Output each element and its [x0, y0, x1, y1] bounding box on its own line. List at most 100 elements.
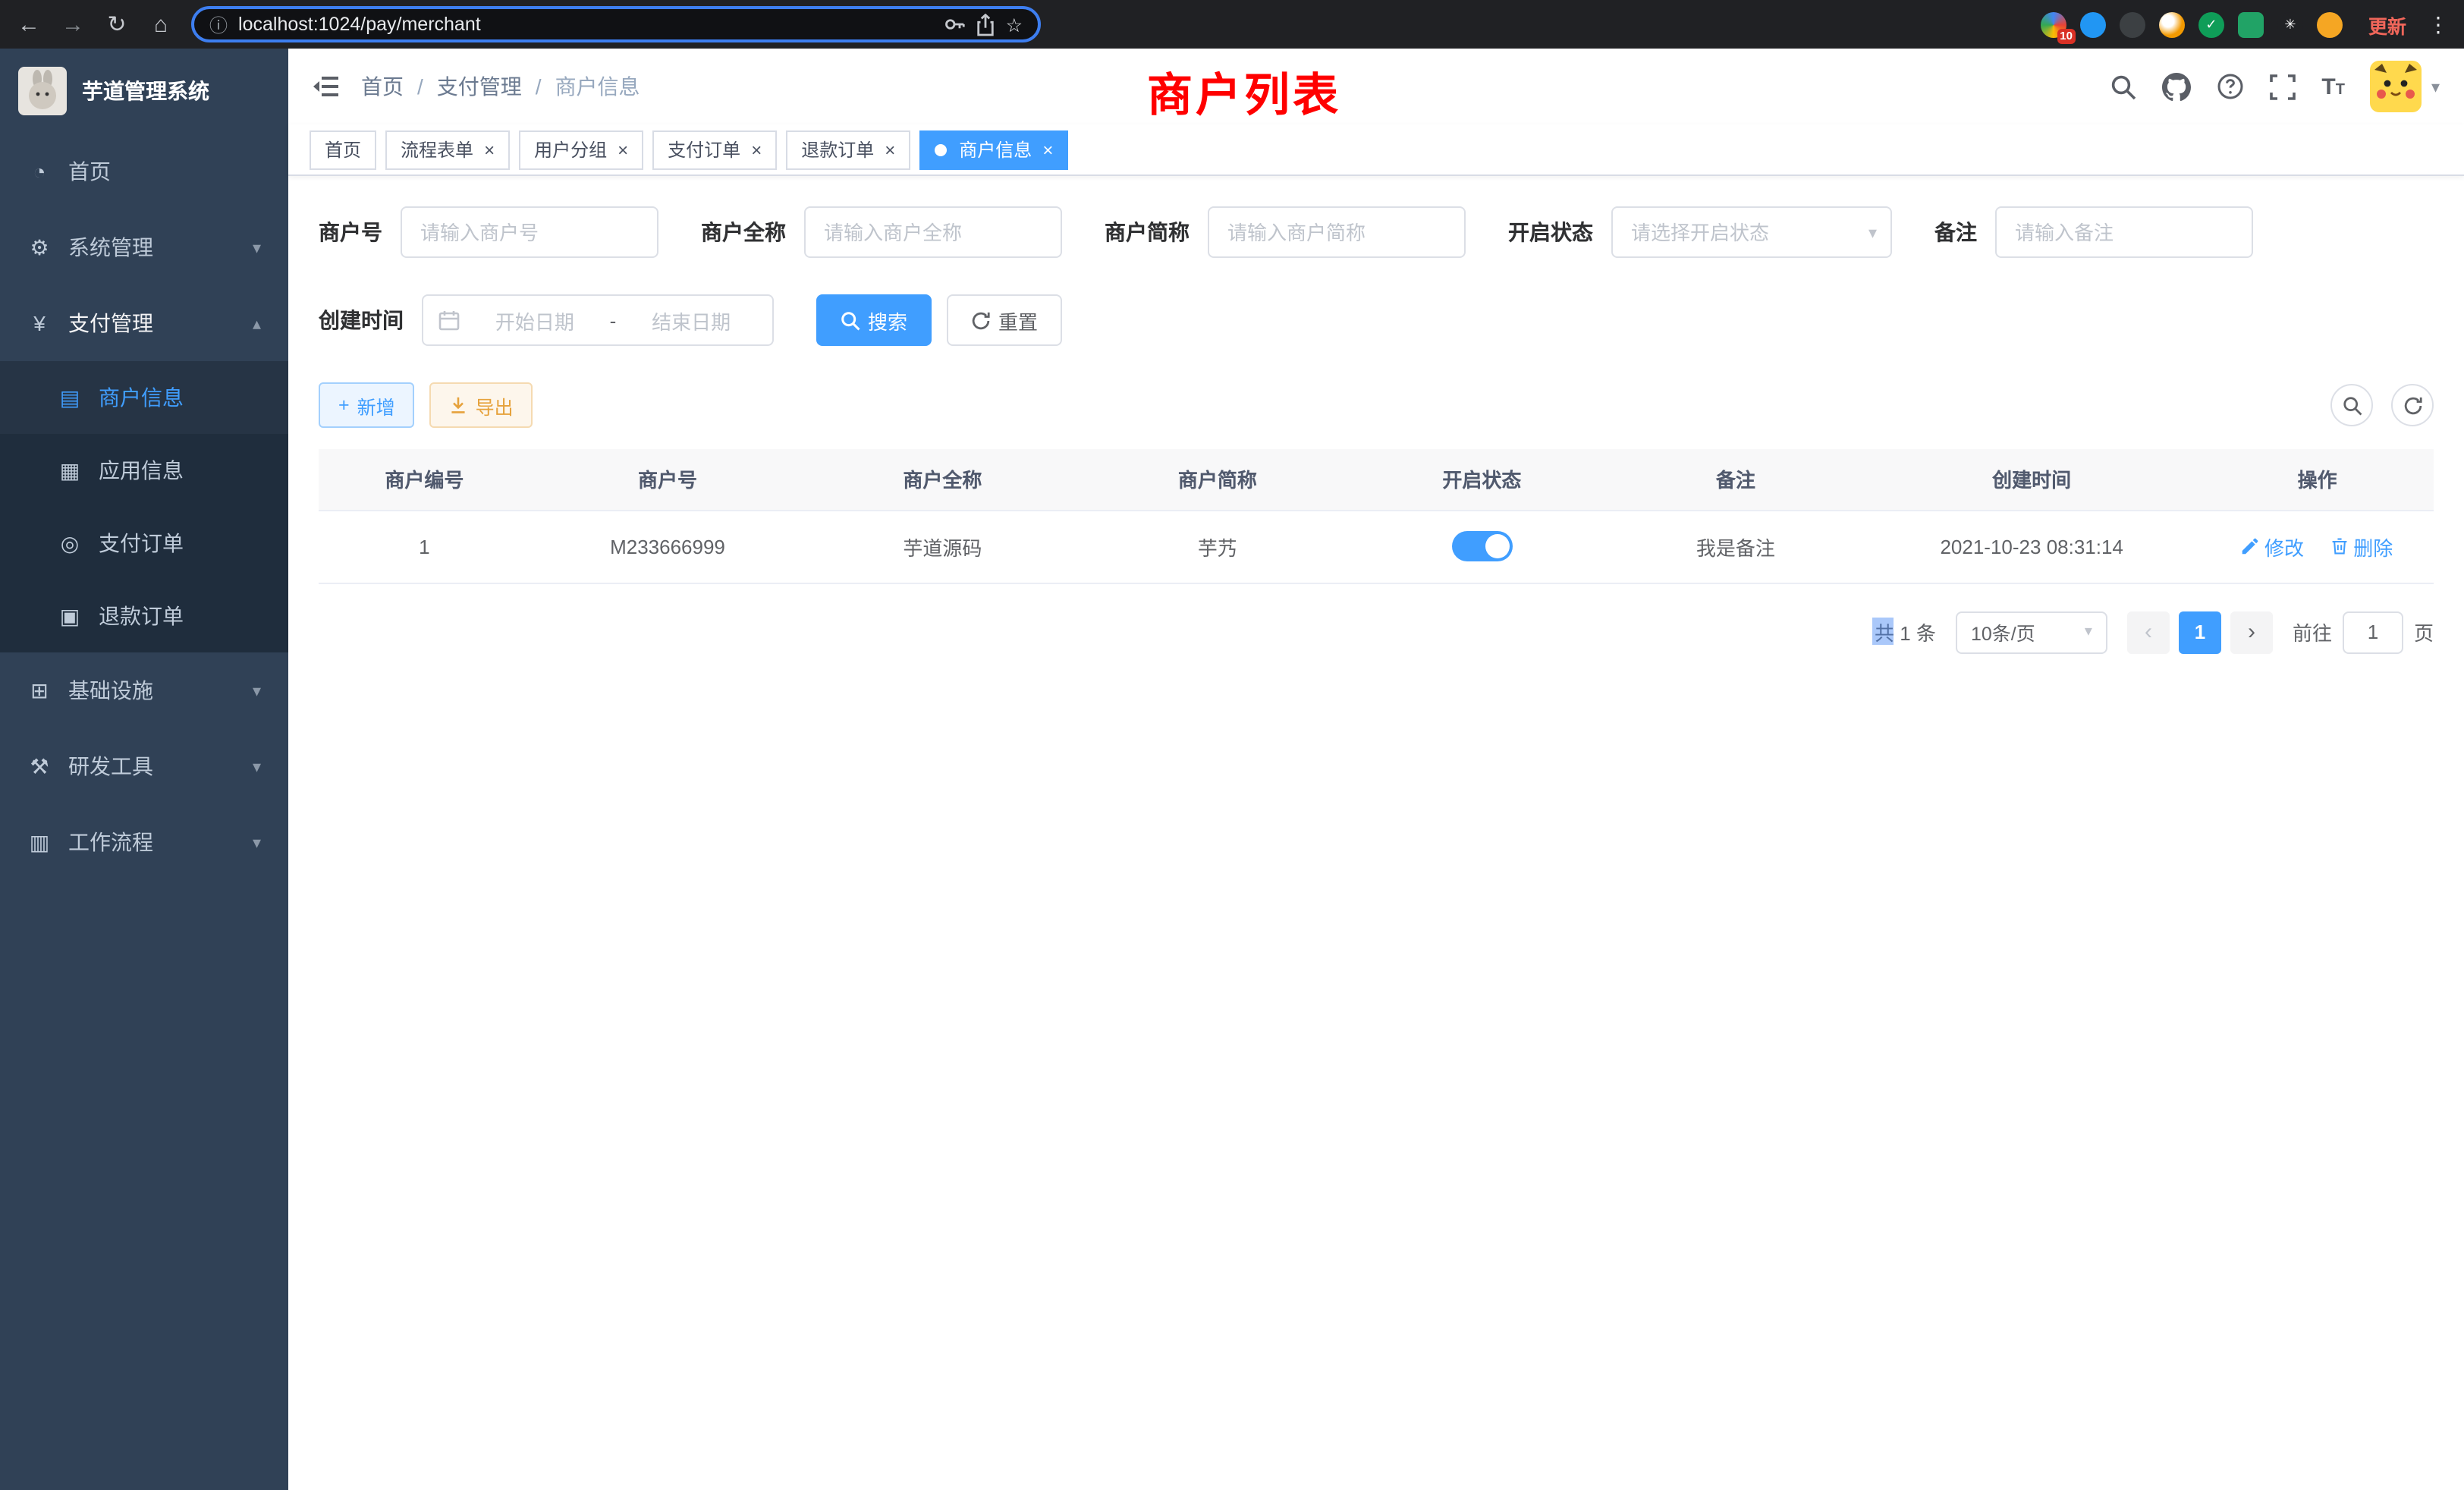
breadcrumb-separator: / [536, 74, 542, 99]
prev-page-button[interactable]: ‹ [2127, 611, 2170, 653]
sidebar-item-refund-orders[interactable]: ▣ 退款订单 [0, 580, 288, 652]
breadcrumb-separator: / [417, 74, 423, 99]
remark-input[interactable] [1995, 206, 2253, 258]
github-icon[interactable] [2162, 72, 2191, 101]
site-info-icon[interactable]: ⓘ [209, 11, 228, 37]
next-page-button[interactable]: › [2230, 611, 2273, 653]
date-start-placeholder[interactable]: 开始日期 [469, 306, 601, 335]
browser-forward-icon[interactable]: → [59, 13, 86, 36]
short-name-input[interactable] [1208, 206, 1466, 258]
tab-user-group[interactable]: 用户分组× [519, 130, 643, 169]
logo-avatar [18, 67, 67, 115]
sidebar-submenu-payment: ▤ 商户信息 ▦ 应用信息 ◎ 支付订单 ▣ 退款订单 [0, 361, 288, 652]
status-toggle[interactable] [1451, 531, 1512, 561]
page-number-button[interactable]: 1 [2179, 611, 2221, 653]
grid-icon: ▦ [58, 457, 82, 483]
browser-home-icon[interactable]: ⌂ [147, 13, 174, 36]
extension-icon-6[interactable] [2238, 11, 2264, 37]
share-icon[interactable] [976, 13, 995, 36]
app-logo[interactable]: 芋道管理系统 [0, 49, 288, 134]
edit-link[interactable]: 修改 [2242, 532, 2304, 561]
delete-link[interactable]: 删除 [2330, 532, 2393, 561]
extension-icon-3[interactable] [2120, 11, 2145, 37]
tab-label: 首页 [325, 137, 361, 162]
cell-merchant-id: 1 [319, 510, 530, 583]
dashboard-icon: ◔ [27, 159, 52, 184]
help-icon[interactable] [2217, 73, 2244, 100]
sidebar-item-pay-orders[interactable]: ◎ 支付订单 [0, 507, 288, 580]
search-icon[interactable] [2110, 74, 2136, 99]
sidebar-item-system[interactable]: ⚙ 系统管理 ▾ [0, 209, 288, 285]
field-label: 商户全称 [701, 217, 786, 247]
tab-home[interactable]: 首页 [310, 130, 376, 169]
filter-row-2: 创建时间 开始日期 - 结束日期 搜索 重置 [319, 294, 2434, 346]
tab-merchant-info[interactable]: 商户信息× [919, 130, 1068, 169]
tab-pay-orders[interactable]: 支付订单× [652, 130, 777, 169]
sidebar-item-workflow[interactable]: ▥ 工作流程 ▾ [0, 804, 288, 880]
extension-icon-2[interactable] [2080, 11, 2106, 37]
extension-icon-1[interactable]: 10 [2041, 11, 2066, 37]
close-icon[interactable]: × [751, 139, 762, 160]
extensions-area: 10 ✓ ✳ 更新 ⋮ [2041, 10, 2449, 39]
browser-reload-icon[interactable]: ↻ [103, 13, 130, 36]
page-size-select[interactable]: 10条/页 ▾ [1956, 611, 2107, 653]
sidebar-item-label: 应用信息 [99, 455, 261, 486]
export-button[interactable]: 导出 [430, 382, 533, 428]
font-size-icon[interactable]: TT [2321, 75, 2345, 98]
add-button[interactable]: + 新增 [319, 382, 415, 428]
extension-icon-8[interactable] [2317, 11, 2343, 37]
tab-refund-orders[interactable]: 退款订单× [786, 130, 910, 169]
sidebar-item-home[interactable]: ◔ 首页 [0, 134, 288, 209]
search-button[interactable]: 搜索 [816, 294, 932, 346]
status-select[interactable]: ▾ [1611, 206, 1892, 258]
extension-icon-7[interactable]: ✳ [2277, 11, 2303, 37]
extension-icon-4[interactable] [2159, 11, 2185, 37]
date-range-picker[interactable]: 开始日期 - 结束日期 [422, 294, 774, 346]
goto-label: 前往 [2293, 618, 2332, 646]
sidebar-item-merchant-info[interactable]: ▤ 商户信息 [0, 361, 288, 434]
password-key-icon[interactable] [944, 14, 965, 35]
extension-icon-5[interactable]: ✓ [2198, 11, 2224, 37]
merchant-table: 商户编号 商户号 商户全称 商户简称 开启状态 备注 创建时间 操作 1 [319, 449, 2434, 583]
url-text[interactable]: localhost:1024/pay/merchant [238, 14, 481, 35]
full-name-input[interactable] [804, 206, 1062, 258]
close-icon[interactable]: × [484, 139, 495, 160]
chevron-down-icon: ▾ [2431, 77, 2440, 96]
yen-icon: ¥ [27, 311, 52, 335]
date-end-placeholder[interactable]: 结束日期 [625, 306, 757, 335]
browser-menu-icon[interactable]: ⋮ [2428, 11, 2449, 37]
status-select-input[interactable] [1611, 206, 1892, 258]
tab-process-form[interactable]: 流程表单× [385, 130, 510, 169]
close-icon[interactable]: × [885, 139, 895, 160]
sidebar-item-dev-tools[interactable]: ⚒ 研发工具 ▾ [0, 728, 288, 804]
sidebar-item-infrastructure[interactable]: ⊞ 基础设施 ▾ [0, 652, 288, 728]
show-search-button[interactable] [2330, 384, 2373, 426]
close-icon[interactable]: × [618, 139, 628, 160]
field-label: 开启状态 [1508, 217, 1593, 247]
goto-page-input[interactable] [2343, 611, 2403, 653]
user-avatar[interactable] [2371, 61, 2422, 112]
refresh-table-button[interactable] [2391, 384, 2434, 426]
reset-button[interactable]: 重置 [947, 294, 1062, 346]
browser-update-button[interactable]: 更新 [2368, 10, 2406, 39]
col-header: 开启状态 [1355, 449, 1609, 510]
user-menu[interactable]: ▾ [2371, 61, 2440, 112]
chevron-down-icon: ▾ [253, 681, 261, 700]
refresh-icon [2403, 395, 2422, 415]
tools-icon: ⚒ [27, 753, 52, 779]
fullscreen-icon[interactable] [2270, 74, 2296, 99]
breadcrumb-item[interactable]: 支付管理 [437, 71, 522, 102]
address-bar[interactable]: ⓘ localhost:1024/pay/merchant ☆ [191, 6, 1041, 42]
sidebar-item-payment[interactable]: ¥ 支付管理 ▴ [0, 285, 288, 361]
sidebar-item-app-info[interactable]: ▦ 应用信息 [0, 434, 288, 507]
close-icon[interactable]: × [1042, 139, 1053, 160]
browser-back-icon[interactable]: ← [15, 13, 42, 36]
calendar-icon [438, 310, 460, 331]
breadcrumb-item[interactable]: 首页 [361, 71, 404, 102]
cell-remark: 我是备注 [1609, 510, 1863, 583]
merchant-no-input[interactable] [401, 206, 658, 258]
sidebar-toggle-icon[interactable] [313, 74, 340, 99]
workflow-icon: ▥ [27, 829, 52, 855]
chevron-down-icon: ▾ [253, 832, 261, 852]
bookmark-star-icon[interactable]: ☆ [1006, 13, 1023, 36]
